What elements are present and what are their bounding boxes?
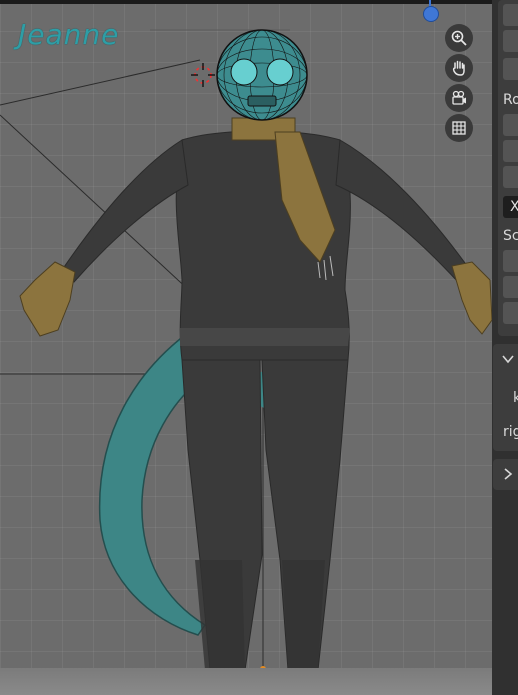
rotation-field[interactable] <box>503 114 518 136</box>
frustum-line <box>0 59 201 106</box>
left-arm <box>61 139 189 283</box>
3d-viewport[interactable]: Jeanne <box>0 0 492 695</box>
character-model[interactable] <box>0 0 492 695</box>
camera-view-button[interactable] <box>445 84 473 112</box>
right-glove <box>451 261 492 335</box>
chevron-right-icon[interactable] <box>501 467 515 481</box>
grid-view-icon <box>452 121 466 135</box>
rotation-label: Ro <box>503 92 518 108</box>
3d-cursor-icon[interactable] <box>191 63 215 87</box>
grid-view-button[interactable] <box>445 114 473 142</box>
gizmo-z-axis[interactable] <box>423 6 439 22</box>
rotation-field[interactable] <box>503 140 518 162</box>
ground-plane <box>0 668 492 695</box>
active-object-name: Jeanne <box>18 18 120 51</box>
panel-item-label: rig <box>503 424 518 440</box>
camera-view-icon <box>452 90 466 105</box>
location-field[interactable] <box>503 4 518 26</box>
scale-field[interactable] <box>503 302 518 324</box>
zoom-icon <box>451 30 467 46</box>
zoom-button[interactable] <box>445 24 473 52</box>
mouth <box>247 95 277 107</box>
chevron-down-icon[interactable] <box>501 352 515 366</box>
scale-field[interactable] <box>503 276 518 298</box>
panel-item-label: k <box>513 390 518 406</box>
location-field[interactable] <box>503 30 518 52</box>
pan-button[interactable] <box>445 54 473 82</box>
waistband <box>180 328 350 346</box>
location-field[interactable] <box>503 58 518 80</box>
hand-pan-icon <box>452 60 465 76</box>
rotation-field[interactable] <box>503 166 518 188</box>
scale-field[interactable] <box>503 250 518 272</box>
rotation-mode-dropdown[interactable]: X <box>503 196 518 218</box>
right-arm <box>335 139 471 283</box>
left-glove <box>19 261 76 337</box>
right-eye <box>266 58 294 86</box>
left-eye <box>230 58 258 86</box>
scale-label: Sc <box>503 228 518 244</box>
